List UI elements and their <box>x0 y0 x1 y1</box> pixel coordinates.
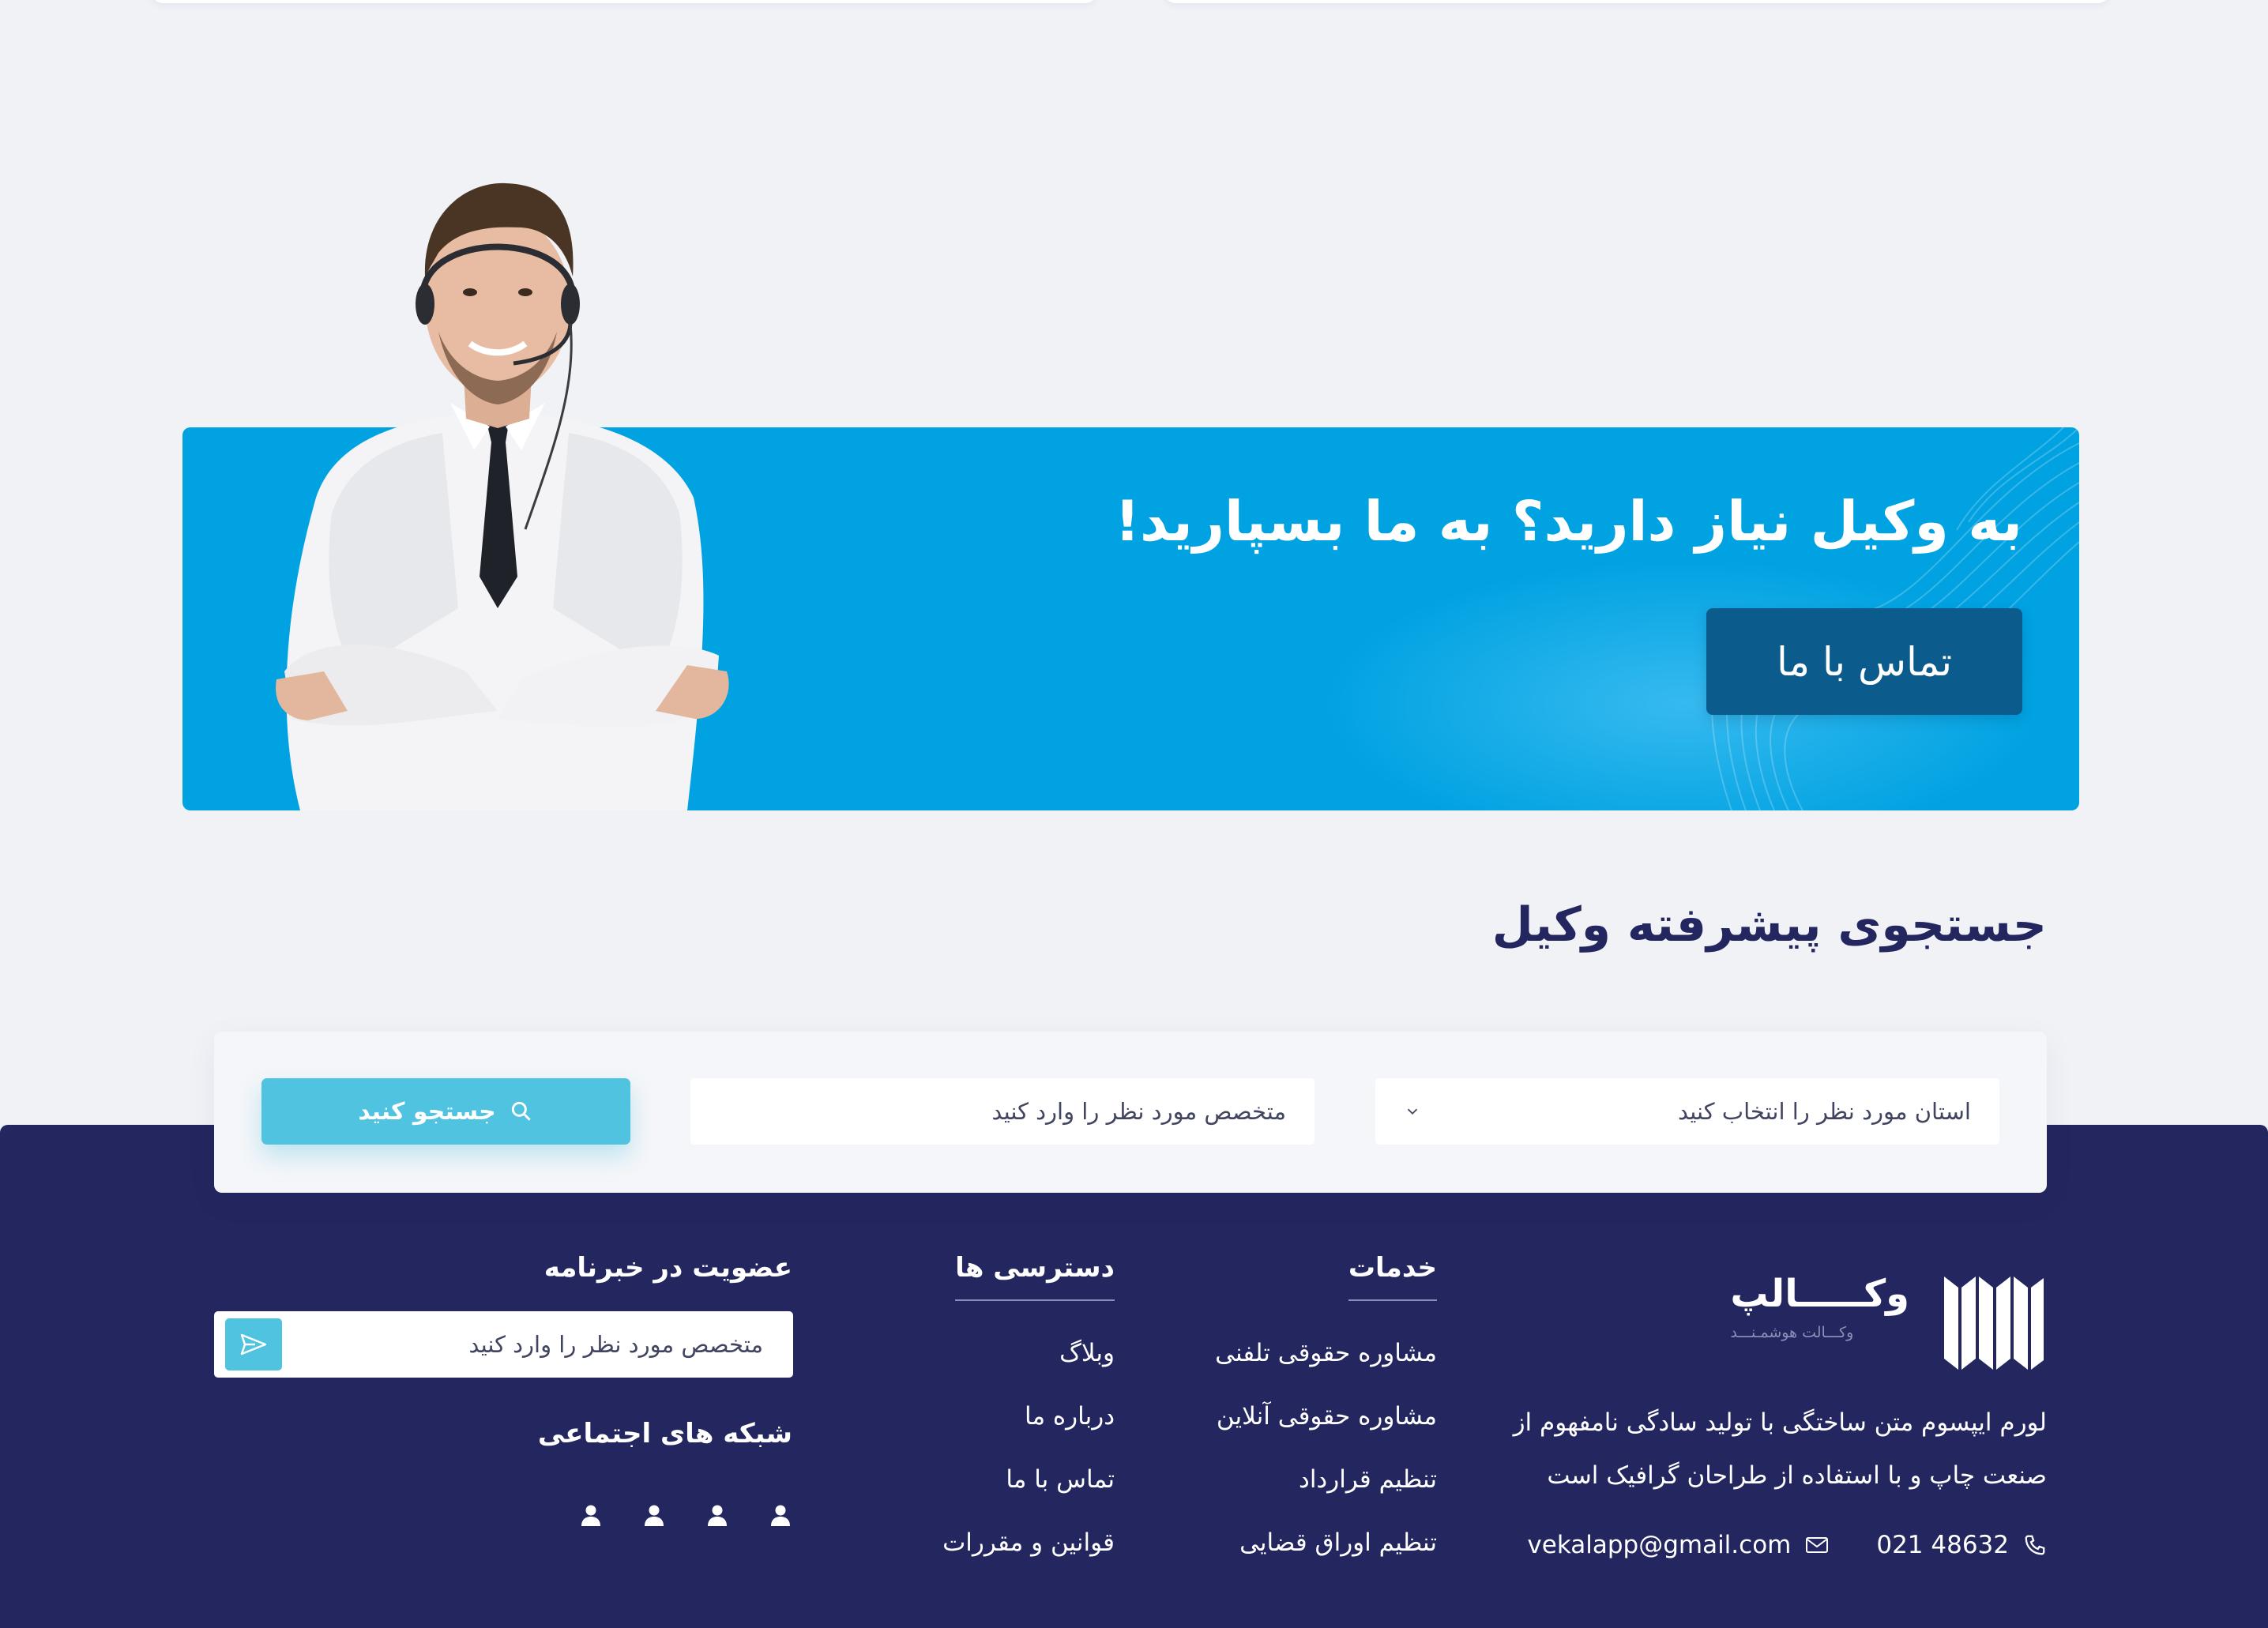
phone-text: 021 48632 <box>1876 1531 2009 1559</box>
search-button-label: جستجو کنید <box>358 1097 496 1126</box>
email-contact[interactable]: vekalapp@gmail.com <box>1527 1531 1829 1559</box>
contact-us-button[interactable]: تماس با ما <box>1706 608 2022 715</box>
specialist-input-placeholder: متخصص مورد نظر را وارد کنید <box>991 1098 1286 1125</box>
footer-about-text: لورم ایپسوم متن ساختگی با تولید سادگی نا… <box>1513 1408 2047 1490</box>
phone-icon <box>2025 1535 2045 1555</box>
footer-logo[interactable]: وکـــــالپ وکـــالت هوشمـنـــد <box>1730 1272 2047 1374</box>
logo-mark-icon <box>1944 1276 2044 1370</box>
chevron-down-icon <box>1407 1108 1418 1115</box>
email-text: vekalapp@gmail.com <box>1527 1531 1792 1559</box>
access-link-contact[interactable]: تماس با ما <box>942 1448 1115 1511</box>
access-link-about[interactable]: درباره ما <box>942 1385 1115 1448</box>
services-link-phone-consult[interactable]: مشاوره حقوقی تلفنی <box>1215 1322 1437 1385</box>
user-icon[interactable] <box>642 1503 666 1527</box>
support-agent-image <box>276 182 729 810</box>
access-title: دسترسی ها <box>955 1252 1115 1301</box>
province-select-placeholder: استان مورد نظر را انتخاب کنید <box>1678 1098 1971 1125</box>
logo-name: وکـــــالپ <box>1730 1272 1909 1316</box>
newsletter-send-button[interactable] <box>225 1318 282 1370</box>
social-links <box>579 1503 792 1527</box>
footer-access-column: دسترسی ها وبلاگ درباره ما تماس با ما قوا… <box>942 1252 1115 1574</box>
user-icon[interactable] <box>769 1503 792 1527</box>
social-title: شبکه های اجتماعی <box>537 1418 792 1449</box>
access-link-blog[interactable]: وبلاگ <box>942 1322 1115 1385</box>
access-link-rules[interactable]: قوانین و مقررات <box>942 1511 1115 1574</box>
services-link-online-consult[interactable]: مشاوره حقوقی آنلاین <box>1215 1385 1437 1448</box>
send-icon <box>240 1333 267 1355</box>
phone-contact[interactable]: 021 48632 <box>1876 1531 2047 1559</box>
province-select[interactable]: استان مورد نظر را انتخاب کنید <box>1375 1078 1999 1145</box>
search-card: استان مورد نظر را انتخاب کنید متخصص مورد… <box>214 1032 2047 1193</box>
footer-services-column: خدمات مشاوره حقوقی تلفنی مشاوره حقوقی آن… <box>1215 1252 1437 1574</box>
mail-icon <box>1806 1537 1829 1553</box>
services-link-legal-docs[interactable]: تنظیم اوراق قضایی <box>1215 1511 1437 1574</box>
search-button[interactable]: جستجو کنید <box>261 1078 630 1145</box>
newsletter-title: عضویت در خبرنامه <box>543 1252 792 1284</box>
services-title: خدمات <box>1348 1252 1437 1301</box>
search-section-title: جستجوی پیشرفته وکیل <box>1491 897 2047 953</box>
search-icon <box>511 1101 531 1121</box>
newsletter-placeholder: متخصص مورد نظر را وارد کنید <box>468 1331 763 1358</box>
top-card-left <box>152 0 1096 3</box>
user-icon[interactable] <box>579 1503 603 1527</box>
logo-tagline: وکـــالت هوشمـنـــد <box>1730 1324 1854 1341</box>
banner-title: به وکیل نیاز دارید؟ به ما بسپارید! <box>1115 489 2022 554</box>
services-link-contract[interactable]: تنظیم قرارداد <box>1215 1448 1437 1511</box>
top-card-right <box>1164 0 2109 3</box>
footer-contact: vekalapp@gmail.com 021 48632 <box>1527 1531 2047 1559</box>
user-icon[interactable] <box>705 1503 729 1527</box>
specialist-input[interactable]: متخصص مورد نظر را وارد کنید <box>690 1078 1315 1145</box>
newsletter-input[interactable]: متخصص مورد نظر را وارد کنید <box>214 1311 793 1378</box>
